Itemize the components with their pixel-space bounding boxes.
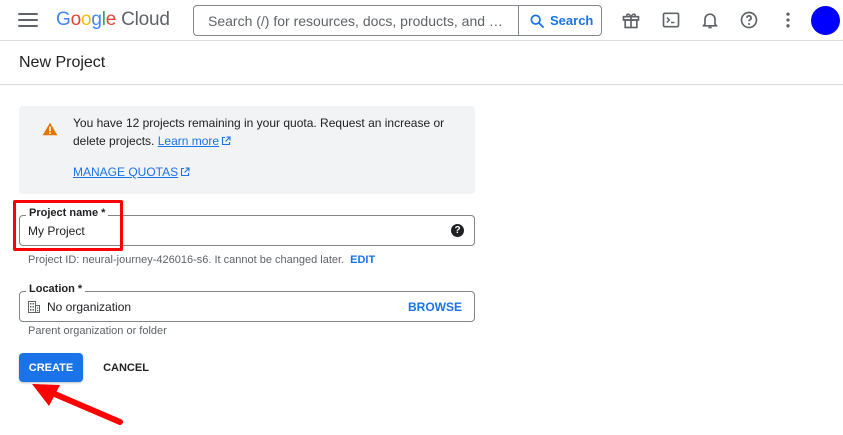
logo-google-text: Google (56, 9, 117, 30)
project-name-field: Project name * ? (19, 207, 475, 246)
location-value: No organization (47, 300, 132, 314)
avatar[interactable] (811, 6, 840, 35)
page-title: New Project (19, 54, 106, 71)
external-link-icon (181, 167, 190, 177)
project-name-label: Project name * (26, 207, 109, 220)
top-bar: Google Cloud Search (0, 0, 843, 41)
logo-cloud-text: Cloud (121, 9, 170, 30)
gift-icon[interactable] (620, 9, 642, 31)
organization-icon (28, 301, 40, 313)
annotation-arrow-icon (32, 384, 123, 425)
search-input[interactable] (208, 12, 508, 30)
browse-button[interactable]: BROWSE (408, 300, 462, 314)
search-button[interactable]: Search (518, 6, 602, 35)
learn-more-link[interactable]: Learn more (158, 134, 219, 148)
google-cloud-logo[interactable]: Google Cloud (56, 8, 170, 32)
project-id-hint: Project ID: neural-journey-426016-s6. It… (28, 254, 375, 266)
warning-icon (42, 122, 58, 136)
project-id-text: Project ID: neural-journey-426016-s6. It… (28, 254, 345, 266)
more-vert-icon[interactable] (777, 9, 799, 31)
location-label: Location * (26, 283, 86, 296)
search-button-label: Search (550, 13, 594, 28)
header-divider (0, 84, 843, 85)
help-circle-icon[interactable]: ? (451, 224, 464, 237)
manage-quotas-link[interactable]: MANAGE QUOTAS (73, 165, 190, 179)
create-button[interactable]: CREATE (19, 353, 83, 382)
external-link-icon (222, 135, 231, 145)
quota-text: You have 12 projects remaining in your q… (73, 116, 445, 148)
bell-icon[interactable] (699, 9, 721, 31)
quota-banner: You have 12 projects remaining in your q… (19, 106, 475, 194)
help-icon[interactable] (738, 9, 760, 31)
cancel-button[interactable]: CANCEL (96, 353, 156, 382)
location-hint: Parent organization or folder (28, 325, 167, 337)
location-field[interactable]: Location * No organization BROWSE (19, 283, 475, 322)
search-icon (530, 13, 544, 28)
project-name-input[interactable] (28, 223, 438, 239)
search-box: Search (193, 5, 602, 36)
edit-project-id-button[interactable]: EDIT (350, 254, 375, 266)
manage-quotas-label: MANAGE QUOTAS (73, 165, 179, 179)
menu-icon[interactable] (18, 13, 38, 29)
quota-message: You have 12 projects remaining in your q… (73, 115, 463, 150)
terminal-icon[interactable] (660, 9, 682, 31)
